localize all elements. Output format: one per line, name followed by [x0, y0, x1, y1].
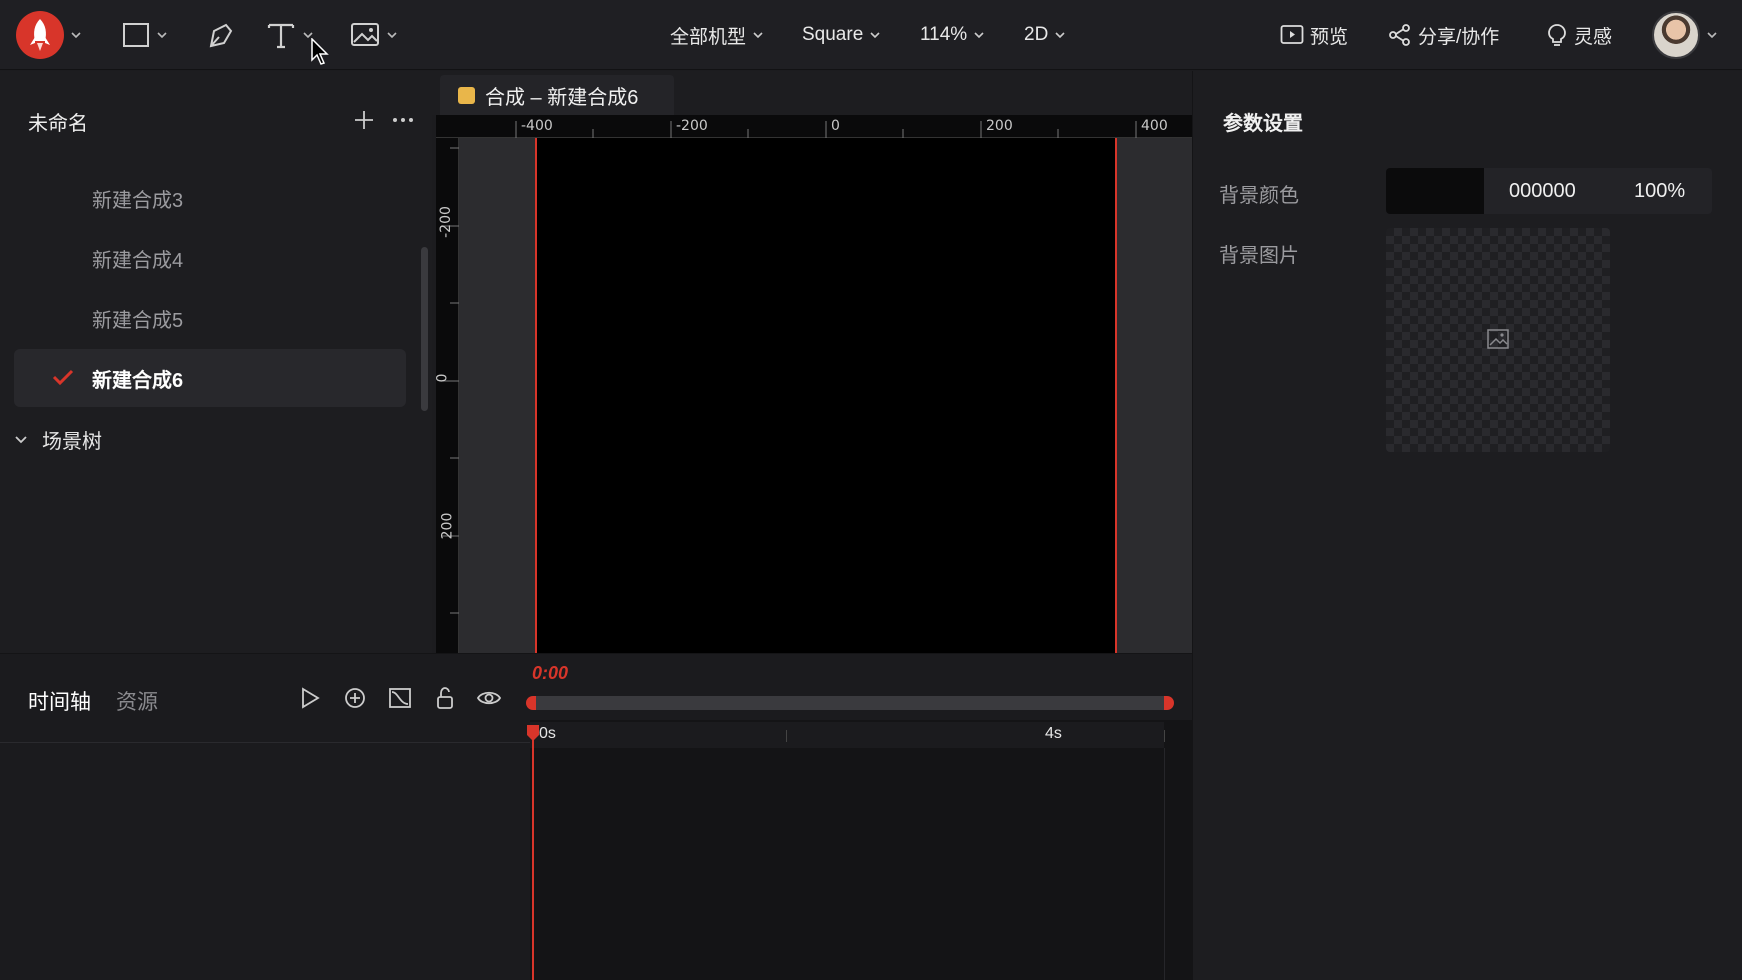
image-tool[interactable]	[350, 14, 398, 56]
bg-color-label: 背景颜色	[1219, 185, 1299, 207]
ruler-label: 400	[1141, 118, 1168, 134]
share-icon	[1389, 24, 1410, 46]
ruler-label: -200	[437, 206, 454, 238]
zoom-select[interactable]: 114%	[920, 15, 985, 55]
composition-item[interactable]: 新建合成5	[14, 289, 406, 347]
canvas-size-label: Square	[802, 24, 864, 45]
check-icon	[52, 369, 74, 386]
view-mode-select[interactable]: 2D	[1024, 15, 1066, 55]
chevron-down-icon	[157, 32, 167, 39]
timeline-track-area[interactable]	[530, 720, 1192, 980]
horizontal-ruler: -400 -200 0 200 400	[436, 115, 1192, 138]
image-icon	[351, 23, 379, 46]
chevron-down-icon	[1707, 32, 1717, 39]
pen-icon	[209, 23, 233, 48]
rectangle-tool[interactable]	[122, 14, 168, 56]
composition-label: 新建合成4	[92, 249, 184, 272]
add-composition-icon[interactable]	[353, 109, 375, 131]
ruler-label: 200	[986, 118, 1013, 134]
text-icon	[267, 23, 295, 49]
scene-tree-label: 场景树	[42, 431, 102, 453]
more-options-icon[interactable]	[392, 117, 414, 123]
rocket-logo-icon	[16, 11, 64, 59]
bg-color-field[interactable]: 000000 100%	[1386, 168, 1712, 214]
playhead-line[interactable]	[532, 740, 534, 980]
vertical-ruler: -200 0 200	[434, 138, 459, 653]
mouse-cursor-icon	[311, 38, 329, 65]
project-title: 未命名	[28, 113, 88, 135]
composition-color-dot	[458, 86, 475, 104]
bg-image-dropzone[interactable]	[1386, 228, 1610, 452]
chevron-down-icon	[71, 32, 81, 39]
ruler-label: 0	[831, 118, 840, 134]
chevron-down-icon	[15, 435, 27, 443]
composition-tab[interactable]: 合成 – 新建合成6	[440, 75, 674, 115]
tab-assets[interactable]: 资源	[116, 686, 158, 716]
inspiration-label: 灵感	[1574, 26, 1613, 48]
time-mark-4s: 4s	[1045, 725, 1062, 742]
chevron-down-icon	[753, 32, 763, 39]
chevron-down-icon	[870, 32, 880, 39]
scrollbar-thumb[interactable]	[421, 247, 428, 411]
properties-panel: 参数设置 背景颜色 000000 100% 背景图片	[1192, 71, 1742, 980]
composition-label: 新建合成5	[92, 309, 184, 332]
lightbulb-icon	[1548, 24, 1566, 46]
user-menu[interactable]	[1652, 11, 1718, 59]
device-select-label: 全部机型	[670, 26, 747, 48]
device-select[interactable]: 全部机型	[670, 15, 764, 55]
timeline-divider	[0, 742, 530, 743]
pen-tool[interactable]	[206, 14, 234, 56]
ruler-label: -400	[521, 118, 553, 134]
eye-icon[interactable]	[476, 686, 502, 710]
chevron-down-icon	[1055, 32, 1065, 39]
share-button[interactable]: 分享/协作	[1388, 15, 1499, 55]
composition-item-active[interactable]: 新建合成6	[14, 349, 406, 407]
color-hex-value[interactable]: 000000	[1509, 180, 1576, 203]
composition-tab-label: 合成 – 新建合成6	[485, 86, 639, 109]
scrubber-start-handle[interactable]	[526, 696, 536, 710]
play-icon[interactable]	[299, 686, 321, 710]
chevron-down-icon	[387, 32, 397, 39]
composition-label: 新建合成6	[92, 369, 184, 392]
time-tick	[786, 730, 787, 742]
image-placeholder-icon	[1487, 329, 1509, 349]
play-screen-icon	[1280, 25, 1304, 44]
panel-title: 参数设置	[1223, 113, 1303, 135]
add-keyframe-icon[interactable]	[343, 686, 367, 710]
timeline-scrubber[interactable]	[526, 696, 1174, 710]
scene-tree-toggle[interactable]: 场景树	[14, 425, 102, 454]
top-toolbar: 全部机型 Square 114% 2D 预览 分享/协作 灵感	[0, 0, 1742, 70]
color-swatch[interactable]	[1386, 168, 1484, 214]
ruler-label: 200	[439, 512, 456, 540]
time-tick	[1164, 730, 1165, 742]
inspiration-button[interactable]: 灵感	[1546, 15, 1612, 55]
tab-timeline[interactable]: 时间轴	[28, 686, 91, 716]
view-mode-label: 2D	[1024, 24, 1049, 45]
preview-label: 预览	[1310, 26, 1349, 48]
ruler-label: 0	[434, 373, 451, 383]
rectangle-icon	[123, 23, 149, 47]
text-tool[interactable]	[266, 14, 314, 56]
composition-item[interactable]: 新建合成3	[14, 169, 406, 227]
preview-button[interactable]: 预览	[1280, 15, 1348, 55]
composition-label: 新建合成3	[92, 189, 184, 212]
time-mark-0s: 0s	[539, 725, 556, 742]
chevron-down-icon	[974, 32, 984, 39]
composition-panel: 未命名 新建合成3 新建合成4 新建合成5 新建合成6 场景树	[0, 71, 432, 653]
ruler-label: -200	[676, 118, 708, 134]
timeline-end-line	[1164, 748, 1165, 980]
time-ruler	[530, 722, 1164, 748]
color-opacity-value[interactable]: 100%	[1634, 180, 1685, 203]
canvas-size-select[interactable]: Square	[802, 15, 881, 55]
artboard[interactable]	[535, 138, 1117, 653]
lock-icon[interactable]	[434, 686, 456, 710]
app-logo-menu[interactable]	[16, 11, 82, 59]
current-time: 0:00	[532, 663, 569, 683]
avatar	[1652, 11, 1700, 59]
zoom-label: 114%	[920, 24, 968, 45]
share-label: 分享/协作	[1418, 26, 1500, 48]
easing-curve-icon[interactable]	[388, 686, 412, 710]
bg-image-label: 背景图片	[1219, 245, 1299, 267]
composition-item[interactable]: 新建合成4	[14, 229, 406, 287]
